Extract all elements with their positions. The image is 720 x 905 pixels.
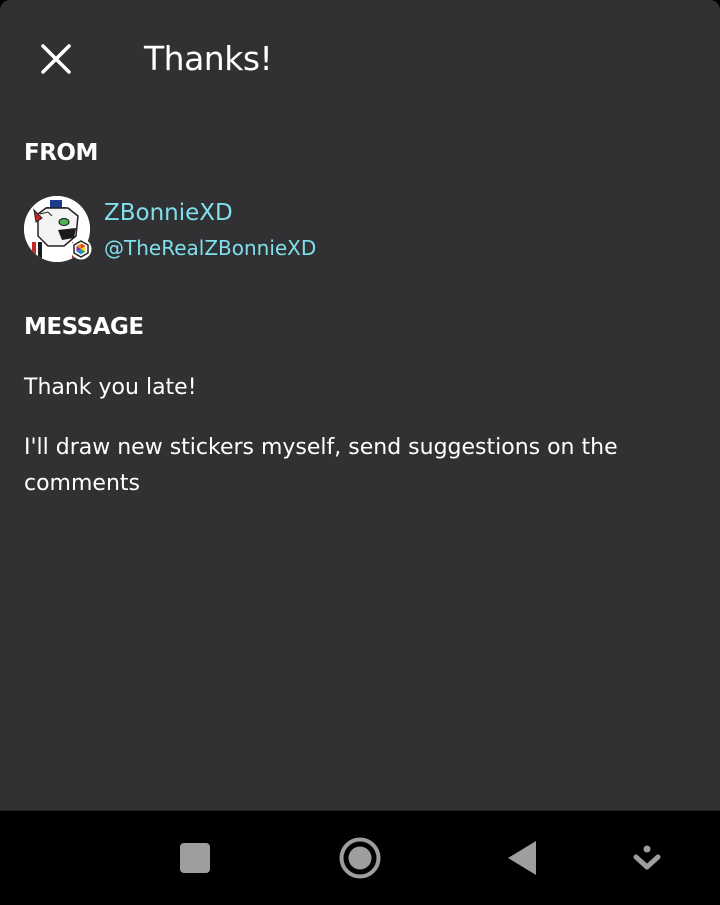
message-paragraph: I'll draw new stickers myself, send sugg… [24, 435, 618, 496]
close-button[interactable] [30, 33, 82, 85]
sender-name[interactable]: ZBonnieXD [104, 198, 233, 228]
home-circle-icon [339, 837, 381, 879]
message-body: Thank you late! I'll draw new stickers m… [24, 370, 694, 526]
screen: Thanks! FROM ZBonnieXD @TheRealZBonnieXD… [0, 0, 720, 905]
message-dialog: Thanks! FROM ZBonnieXD @TheRealZBonnieXD… [0, 0, 720, 810]
home-button[interactable] [335, 833, 385, 883]
back-triangle-icon [508, 841, 536, 875]
notification-pull-button[interactable] [622, 833, 672, 883]
recents-button[interactable] [170, 833, 220, 883]
message-label: MESSAGE [24, 314, 144, 340]
badge [70, 238, 92, 260]
notification-pull-icon [633, 845, 661, 870]
back-button[interactable] [498, 833, 548, 883]
dialog-title: Thanks! [144, 39, 273, 78]
sender-handle[interactable]: @TheRealZBonnieXD [104, 234, 316, 262]
dialog-header: Thanks! [0, 0, 720, 118]
hexagon-badge-icon [70, 238, 92, 260]
system-navigation-bar [0, 810, 720, 905]
recents-square-icon [180, 843, 210, 873]
from-label: FROM [24, 140, 98, 166]
close-icon [41, 44, 71, 74]
message-paragraph: Thank you late! [24, 375, 197, 400]
sender-row[interactable]: ZBonnieXD @TheRealZBonnieXD [24, 194, 424, 266]
